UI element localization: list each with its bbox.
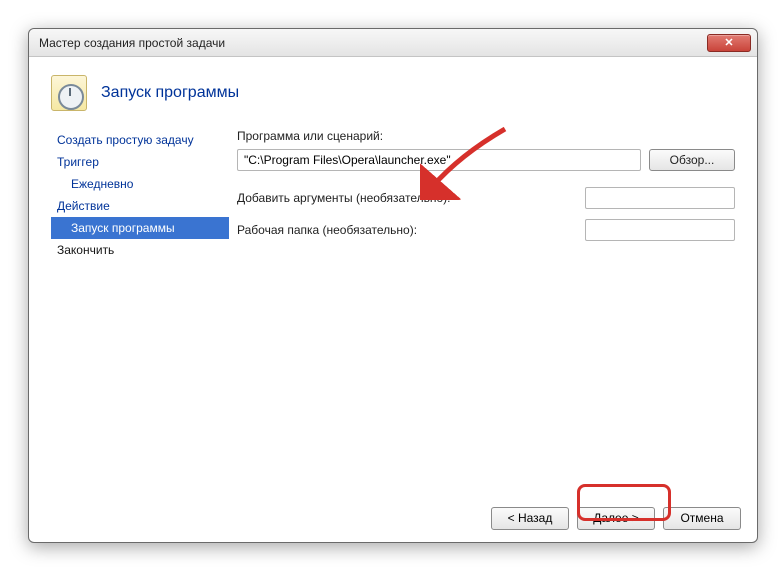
sidebar-item-create-task[interactable]: Создать простую задачу — [51, 129, 229, 151]
script-row: Обзор... — [237, 149, 735, 171]
back-button[interactable]: < Назад — [491, 507, 569, 530]
arguments-input[interactable] — [585, 187, 735, 209]
wizard-header: Запуск программы — [29, 57, 757, 125]
cancel-button[interactable]: Отмена — [663, 507, 741, 530]
page-title: Запуск программы — [101, 84, 239, 102]
window-title: Мастер создания простой задачи — [39, 36, 707, 50]
close-icon: ✕ — [724, 36, 733, 49]
startin-input[interactable] — [585, 219, 735, 241]
sidebar-item-finish[interactable]: Закончить — [51, 239, 229, 261]
sidebar-item-start-program[interactable]: Запуск программы — [51, 217, 229, 239]
task-clock-icon — [51, 75, 87, 111]
wizard-sidebar: Создать простую задачу Триггер Ежедневно… — [51, 125, 229, 494]
wizard-window: Мастер создания простой задачи ✕ Запуск … — [28, 28, 758, 543]
startin-label: Рабочая папка (необязательно): — [237, 223, 585, 237]
close-button[interactable]: ✕ — [707, 34, 751, 52]
sidebar-item-trigger[interactable]: Триггер — [51, 151, 229, 173]
form-panel: Программа или сценарий: Обзор... Добавит… — [229, 125, 735, 494]
arguments-label: Добавить аргументы (необязательно): — [237, 191, 585, 205]
next-button[interactable]: Далее > — [577, 507, 655, 530]
wizard-footer: < Назад Далее > Отмена — [29, 494, 757, 542]
sidebar-item-daily[interactable]: Ежедневно — [51, 173, 229, 195]
script-label: Программа или сценарий: — [237, 129, 735, 143]
script-input[interactable] — [237, 149, 641, 171]
titlebar: Мастер создания простой задачи ✕ — [29, 29, 757, 57]
wizard-body: Создать простую задачу Триггер Ежедневно… — [29, 125, 757, 494]
arguments-row: Добавить аргументы (необязательно): — [237, 187, 735, 209]
startin-row: Рабочая папка (необязательно): — [237, 219, 735, 241]
browse-button[interactable]: Обзор... — [649, 149, 735, 171]
sidebar-item-action[interactable]: Действие — [51, 195, 229, 217]
